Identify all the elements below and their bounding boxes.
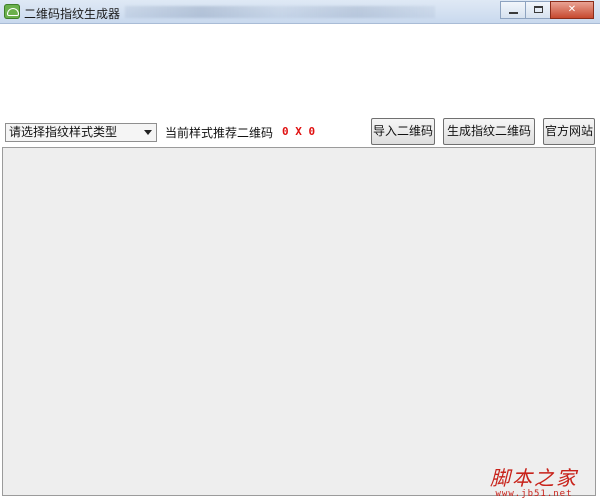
import-qrcode-button[interactable]: 导入二维码 [371, 118, 435, 145]
maximize-icon [534, 6, 543, 13]
minimize-button[interactable] [500, 1, 526, 19]
style-type-select[interactable]: 请选择指纹样式类型 [5, 123, 157, 142]
maximize-button[interactable] [525, 1, 551, 19]
watermark-url: www.jb51.net [495, 489, 573, 499]
official-website-button[interactable]: 官方网站 [543, 118, 595, 145]
blurred-background-strip [125, 6, 435, 18]
import-qrcode-label: 导入二维码 [372, 124, 433, 138]
style-type-select-value: 请选择指纹样式类型 [9, 125, 118, 139]
app-icon [4, 4, 20, 19]
generate-label: 生成指纹二维码 [446, 124, 531, 138]
chevron-down-icon [144, 130, 152, 135]
main-canvas-panel[interactable] [2, 147, 596, 496]
recommend-size-value: 0 X 0 [282, 125, 316, 138]
close-button[interactable]: ✕ [550, 1, 594, 19]
window-controls: ✕ [500, 1, 594, 19]
generate-fingerprint-qrcode-button[interactable]: 生成指纹二维码 [443, 118, 535, 145]
watermark-text: 脚本之家 [490, 466, 578, 490]
recommend-label: 当前样式推荐二维码 [165, 126, 274, 140]
watermark: 脚本之家 www.jb51.net [490, 467, 578, 499]
minimize-icon [509, 12, 518, 14]
window-title: 二维码指纹生成器 [24, 7, 121, 21]
title-bar[interactable]: 二维码指纹生成器 ✕ [0, 0, 600, 24]
preview-area [0, 24, 600, 116]
close-icon: ✕ [567, 4, 577, 15]
official-website-label: 官方网站 [544, 124, 593, 138]
